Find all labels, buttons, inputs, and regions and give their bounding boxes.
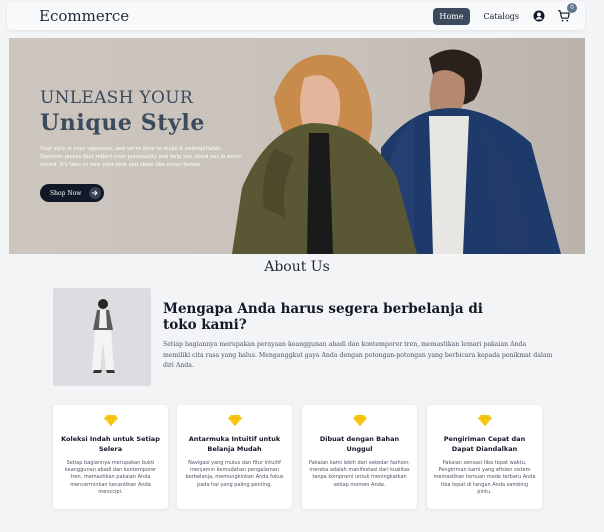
nav-links: Home Catalogs 0 <box>433 3 577 25</box>
feature-title: Dibuat dengan Bahan Unggul <box>319 435 400 453</box>
feature-card: Pengiriman Cepat dan Dapat Diandalkan Pa… <box>427 405 542 509</box>
feature-card: Antarmuka Intuitif untuk Belanja Mudah N… <box>177 405 292 509</box>
feature-card: Koleksi Indah untuk Setiap Selera Setiap… <box>53 405 168 509</box>
feature-description: Navigasi yang mulus dan fitur intuitif m… <box>185 460 284 488</box>
arrow-right-icon <box>89 187 101 199</box>
feature-title: Antarmuka Intuitif untuk Belanja Mudah <box>188 435 281 453</box>
diamond-icon <box>477 415 492 426</box>
cart-count-badge: 0 <box>567 3 577 13</box>
feature-title: Koleksi Indah untuk Setiap Selera <box>61 435 160 453</box>
about-image <box>53 288 151 386</box>
feature-description: Setiap bagiannya merupakan bukti keanggu… <box>64 460 157 495</box>
shop-now-button[interactable]: Shop Now <box>40 184 104 202</box>
brand-logo[interactable]: Ecommerce <box>39 7 129 25</box>
why-shop-description: Setiap bagiannya merupakan perayaan kean… <box>163 341 553 369</box>
cart-button[interactable]: 0 <box>557 3 577 23</box>
hero-heading-line2: Unique Style <box>40 110 205 136</box>
about-title: About Us <box>264 259 330 275</box>
hero-text: UNLEASH YOUR Unique Style Your style is … <box>40 88 250 169</box>
diamond-icon <box>103 415 118 426</box>
nav-home-link[interactable]: Home <box>433 7 470 25</box>
feature-card: Dibuat dengan Bahan Unggul Pakaian kami … <box>302 405 417 509</box>
shop-now-label: Shop Now <box>50 189 82 197</box>
nav-catalogs-link[interactable]: Catalogs <box>484 12 519 21</box>
hero-heading-line1: UNLEASH YOUR <box>40 88 193 108</box>
feature-description: Pakaian sensasi tiba tepat waktu. Pengir… <box>433 460 536 495</box>
user-circle-icon[interactable] <box>533 10 545 22</box>
feature-title: Pengiriman Cepat dan Dapat Diandalkan <box>443 435 526 453</box>
diamond-icon <box>227 415 242 426</box>
navbar: Ecommerce Home Catalogs 0 <box>7 2 585 30</box>
feature-description: Pakaian kami lebih dari sekedar fashion;… <box>309 460 410 488</box>
diamond-icon <box>352 415 367 426</box>
hero-banner: UNLEASH YOUR Unique Style Your style is … <box>9 38 585 254</box>
hero-description: Your style is your signature, and we're … <box>40 146 242 168</box>
why-shop-title: Mengapa Anda harus segera berbelanja di … <box>163 301 483 333</box>
